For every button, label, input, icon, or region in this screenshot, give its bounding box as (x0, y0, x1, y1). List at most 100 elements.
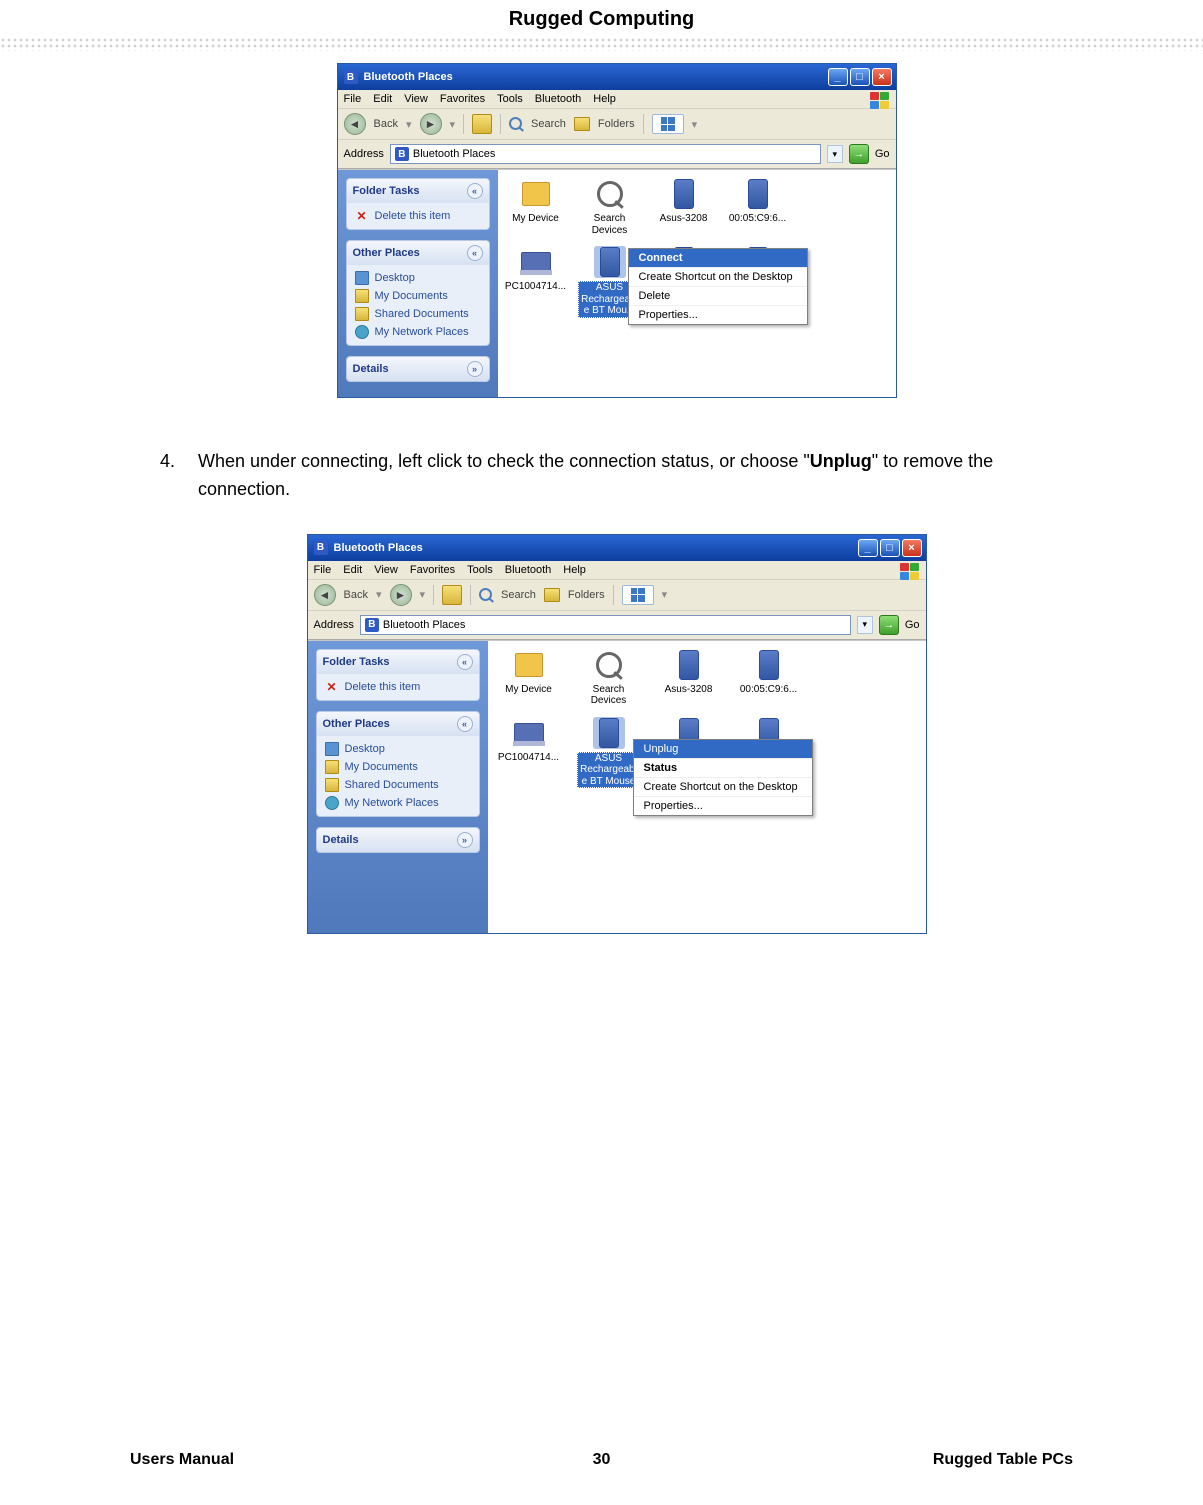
address-bluetooth-icon: B (395, 147, 409, 161)
magnifier-icon (594, 178, 626, 210)
addressbar: Address B Bluetooth Places ▾ → Go (308, 611, 926, 640)
other-places-item[interactable]: My Documents (355, 289, 483, 303)
addressbar: Address B Bluetooth Places ▾ → Go (338, 140, 896, 169)
menu-view[interactable]: View (374, 564, 398, 576)
forward-button[interactable]: ► (420, 113, 442, 135)
maximize-button[interactable]: □ (850, 68, 870, 86)
back-button[interactable]: ◄ (314, 584, 336, 606)
other-places-item[interactable]: Desktop (325, 742, 473, 756)
other-places-item[interactable]: My Network Places (355, 325, 483, 339)
other-places-item[interactable]: Desktop (355, 271, 483, 285)
context-menu-item[interactable]: Create Shortcut on the Desktop (629, 268, 807, 287)
up-folder-button[interactable] (472, 114, 492, 134)
menu-file[interactable]: File (314, 564, 332, 576)
expand-button[interactable]: » (457, 832, 473, 848)
context-menu-item[interactable]: Status (634, 759, 812, 778)
titlebar[interactable]: B Bluetooth Places _ □ × (308, 535, 926, 561)
views-button[interactable] (622, 585, 654, 605)
go-label: Go (875, 148, 890, 160)
device-item[interactable]: PC1004714... (508, 246, 564, 318)
context-menu-item[interactable]: Delete (629, 287, 807, 306)
menu-favorites[interactable]: Favorites (440, 93, 485, 105)
bluetooth-window-1: B Bluetooth Places _ □ × File Edit View … (337, 63, 897, 398)
toolbar-search-label[interactable]: Search (531, 118, 566, 130)
views-button[interactable] (652, 114, 684, 134)
magnifier-icon (593, 649, 625, 681)
device-item[interactable]: My Device (508, 178, 564, 236)
folders-icon (544, 588, 560, 602)
collapse-button[interactable]: « (457, 654, 473, 670)
other-places-item[interactable]: Shared Documents (325, 778, 473, 792)
context-menu: Unplug Status Create Shortcut on the Des… (633, 739, 813, 816)
context-menu-item[interactable]: Create Shortcut on the Desktop (634, 778, 812, 797)
address-dropdown-button[interactable]: ▾ (857, 616, 873, 634)
menu-help[interactable]: Help (563, 564, 586, 576)
device-item[interactable]: Asus-3208 (656, 178, 712, 236)
titlebar[interactable]: B Bluetooth Places _ □ × (338, 64, 896, 90)
device-item[interactable]: My Device (498, 649, 560, 707)
minimize-button[interactable]: _ (828, 68, 848, 86)
go-button[interactable]: → (849, 144, 869, 164)
device-item[interactable]: 00:05:C9:6... (730, 178, 786, 236)
toolbar-search-label[interactable]: Search (501, 589, 536, 601)
expand-button[interactable]: » (467, 361, 483, 377)
details-panel: Details » (346, 356, 490, 382)
menu-edit[interactable]: Edit (343, 564, 362, 576)
context-menu-item[interactable]: Properties... (634, 797, 812, 815)
address-input[interactable]: B Bluetooth Places (390, 144, 821, 164)
device-item-selected[interactable]: ASUS Rechargeable BT Mouse (578, 717, 640, 789)
device-item[interactable]: PC1004714... (498, 717, 560, 789)
forward-button[interactable]: ► (390, 584, 412, 606)
close-button[interactable]: × (872, 68, 892, 86)
maximize-button[interactable]: □ (880, 539, 900, 557)
folders-icon (574, 117, 590, 131)
device-item[interactable]: 00:05:C9:6... (738, 649, 800, 707)
go-button[interactable]: → (879, 615, 899, 635)
toolbar-folders-label[interactable]: Folders (598, 118, 635, 130)
address-input[interactable]: B Bluetooth Places (360, 615, 851, 635)
context-menu-item[interactable]: Properties... (629, 306, 807, 324)
collapse-button[interactable]: « (467, 245, 483, 261)
minimize-button[interactable]: _ (858, 539, 878, 557)
phone-icon (673, 649, 705, 681)
menu-favorites[interactable]: Favorites (410, 564, 455, 576)
phone-icon (742, 178, 774, 210)
folder-tasks-panel: Folder Tasks « ✕Delete this item (316, 649, 480, 701)
window-title: Bluetooth Places (364, 71, 822, 83)
mouse-icon (594, 246, 626, 278)
step-number: 4. (160, 448, 184, 504)
close-button[interactable]: × (902, 539, 922, 557)
other-places-item[interactable]: Shared Documents (355, 307, 483, 321)
folder-icon (513, 649, 545, 681)
device-item[interactable]: Search Devices (578, 649, 640, 707)
up-folder-button[interactable] (442, 585, 462, 605)
menu-edit[interactable]: Edit (373, 93, 392, 105)
collapse-button[interactable]: « (457, 716, 473, 732)
toolbar-folders-label[interactable]: Folders (568, 589, 605, 601)
footer-page-number: 30 (593, 1451, 611, 1469)
screenshot-2: B Bluetooth Places _ □ × File Edit View … (160, 534, 1073, 934)
menu-bluetooth[interactable]: Bluetooth (505, 564, 551, 576)
delete-item-link[interactable]: ✕Delete this item (325, 680, 473, 694)
context-menu-item-highlighted[interactable]: Unplug (634, 740, 812, 759)
details-title: Details (353, 363, 389, 375)
details-title: Details (323, 834, 359, 846)
footer-left: Users Manual (130, 1451, 234, 1469)
menu-view[interactable]: View (404, 93, 428, 105)
delete-item-link[interactable]: ✕Delete this item (355, 209, 483, 223)
device-item[interactable]: Search Devices (582, 178, 638, 236)
device-item[interactable]: Asus-3208 (658, 649, 720, 707)
menu-bluetooth[interactable]: Bluetooth (535, 93, 581, 105)
other-places-item[interactable]: My Documents (325, 760, 473, 774)
address-dropdown-button[interactable]: ▾ (827, 145, 843, 163)
back-button[interactable]: ◄ (344, 113, 366, 135)
menu-tools[interactable]: Tools (467, 564, 493, 576)
other-places-item[interactable]: My Network Places (325, 796, 473, 810)
menu-help[interactable]: Help (593, 93, 616, 105)
address-label: Address (344, 148, 384, 160)
context-menu-item-highlighted[interactable]: Connect (629, 249, 807, 268)
menu-tools[interactable]: Tools (497, 93, 523, 105)
collapse-button[interactable]: « (467, 183, 483, 199)
menu-file[interactable]: File (344, 93, 362, 105)
bluetooth-icon: B (344, 70, 358, 84)
